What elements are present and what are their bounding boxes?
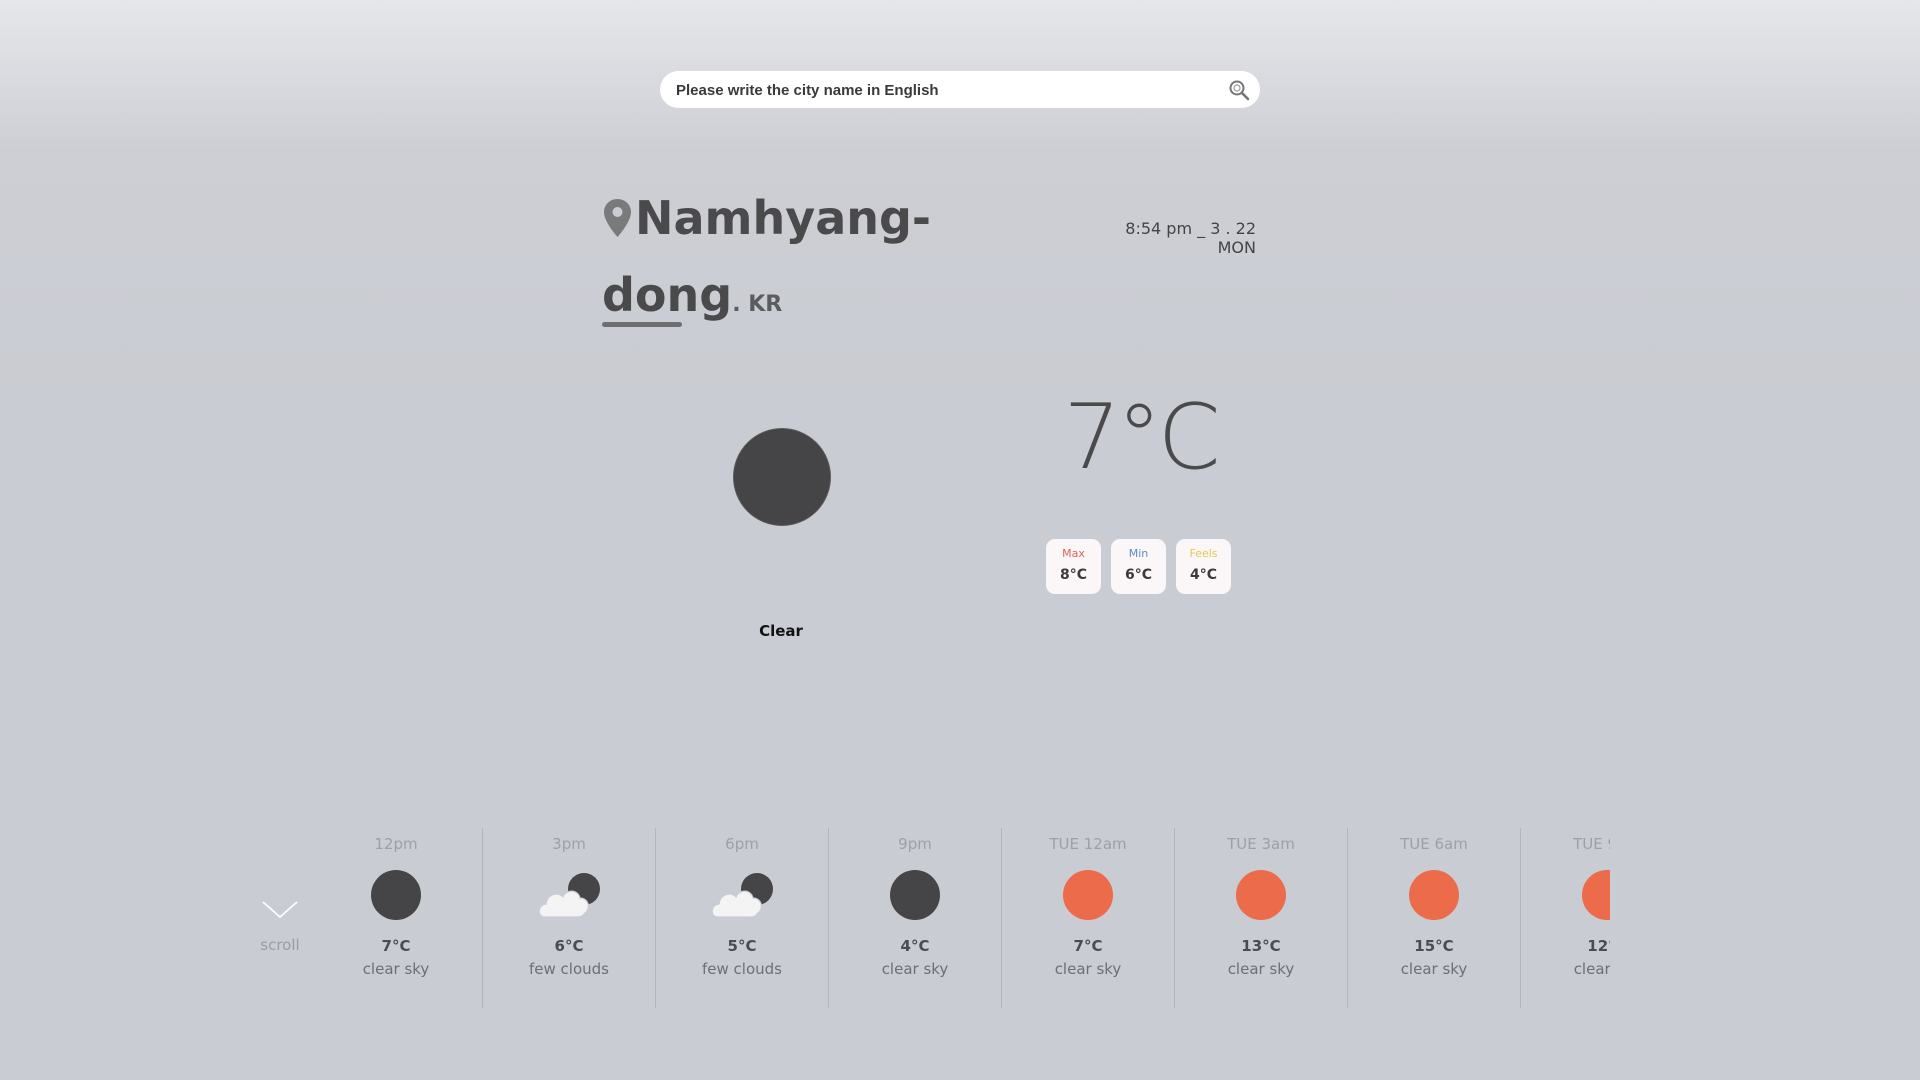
location-pin-icon [604,199,631,237]
search-icon[interactable] [1228,79,1250,101]
sun-icon [1582,870,1610,920]
forecast-desc: clear sky [1054,960,1122,978]
forecast-desc: clear sky [1400,960,1468,978]
min-temp-chip: Min 6°C [1111,539,1166,594]
forecast-temp: 4°C [900,937,930,955]
cloud-moon-icon [711,873,773,918]
hourly-forecast[interactable]: 12pm 7°C clear sky 3pm 6°C few clouds 6pm 5°C fe… [310,828,1610,1008]
min-temp-value: 6°C [1124,567,1152,583]
forecast-temp: 12°C [1587,937,1610,955]
location-title: Namhyang- dong. KR [602,180,932,343]
feels-temp-value: 4°C [1189,567,1217,583]
temperature-chips: Max 8°C Min 6°C Feels 4°C [1046,539,1231,594]
city-name-line1: Namhyang- [635,191,932,245]
forecast-desc: clear sky [362,960,430,978]
forecast-time: TUE 12am [1049,835,1127,853]
forecast-desc: few clouds [529,960,609,978]
feels-temp-chip: Feels 4°C [1176,539,1231,594]
forecast-time: 9pm [898,835,932,853]
forecast-temp: 5°C [727,937,757,955]
forecast-time: 6pm [725,835,759,853]
forecast-item: TUE 12am 7°C clear sky [1002,828,1175,1008]
city-name-line2: dong [602,268,733,322]
forecast-temp: 7°C [1073,937,1103,955]
max-temp-label: Max [1062,547,1085,560]
forecast-item: 12pm 7°C clear sky [310,828,483,1008]
forecast-item: TUE 3am 13°C clear sky [1175,828,1348,1008]
weather-description: Clear [759,622,803,640]
country-code: . KR [732,292,783,317]
moon-icon [890,870,940,920]
forecast-icon [829,869,1001,921]
city-underline [602,322,682,327]
city-search-input[interactable] [674,71,1218,110]
forecast-icon [310,869,482,921]
forecast-temp: 13°C [1241,937,1281,955]
forecast-icon [656,869,828,921]
forecast-temp: 7°C [381,937,411,955]
forecast-icon [1521,869,1610,921]
forecast-time: TUE 9am [1573,835,1610,853]
forecast-item: TUE 9am 12°C clear sky [1521,828,1610,1008]
forecast-icon [1002,869,1174,921]
forecast-time: 3pm [552,835,586,853]
chevron-down-icon [262,901,298,919]
forecast-desc: clear sky [1573,960,1610,978]
scroll-button[interactable]: scroll [255,900,305,954]
current-temperature: 7°C [1063,385,1220,490]
sun-icon [1409,870,1459,920]
forecast-item: 9pm 4°C clear sky [829,828,1002,1008]
current-datetime: 8:54 pm _ 3 . 22 MON [1125,219,1256,257]
forecast-item: TUE 6am 15°C clear sky [1348,828,1521,1008]
max-temp-value: 8°C [1059,567,1087,583]
forecast-desc: clear sky [881,960,949,978]
cloud-moon-icon [538,873,600,918]
forecast-temp: 15°C [1414,937,1454,955]
forecast-item: 6pm 5°C few clouds [656,828,829,1008]
forecast-desc: few clouds [702,960,782,978]
forecast-desc: clear sky [1227,960,1295,978]
forecast-time: 12pm [374,835,418,853]
min-temp-label: Min [1128,547,1149,560]
forecast-icon [1348,869,1520,921]
scroll-label: scroll [260,936,300,954]
forecast-item: 3pm 6°C few clouds [483,828,656,1008]
search-bar [660,71,1260,110]
forecast-icon [483,869,655,921]
forecast-time: TUE 6am [1400,835,1468,853]
sun-icon [1236,870,1286,920]
forecast-temp: 6°C [554,937,584,955]
moon-icon [733,428,831,526]
feels-temp-label: Feels [1189,547,1218,560]
forecast-time: TUE 3am [1227,835,1295,853]
moon-icon [371,870,421,920]
max-temp-chip: Max 8°C [1046,539,1101,594]
forecast-icon [1175,869,1347,921]
sun-icon [1063,870,1113,920]
